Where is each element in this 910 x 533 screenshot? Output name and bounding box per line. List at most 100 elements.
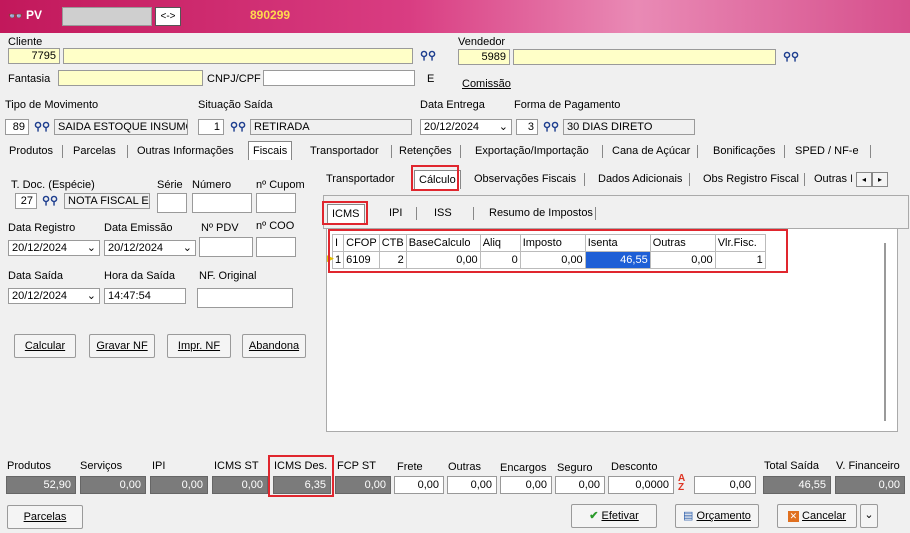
document-icon: ▤ bbox=[683, 510, 694, 522]
tdoc-desc: NOTA FISCAL E bbox=[64, 193, 150, 209]
frete-total-label: Frete bbox=[397, 461, 423, 473]
toggle-button[interactable]: <-> bbox=[155, 7, 181, 26]
numero-label: Número bbox=[192, 179, 232, 191]
outras-total-label: Outras bbox=[448, 461, 482, 473]
vendedor-code-input[interactable]: 5989 bbox=[458, 49, 510, 65]
tab-observacoes-fiscais[interactable]: Observações Fiscais bbox=[470, 170, 580, 188]
data-entrega-input[interactable]: 20/12/2024 ⌄ bbox=[420, 119, 512, 135]
tab-outras-informacoes[interactable]: Outras Informações bbox=[133, 142, 238, 160]
nf-original-input[interactable] bbox=[197, 288, 293, 308]
cliente-name-input[interactable] bbox=[63, 48, 413, 64]
chevron-down-icon[interactable]: ⌄ bbox=[499, 120, 508, 134]
cancelar-button[interactable]: ✕ Cancelar bbox=[777, 504, 857, 528]
document-number: 890299 bbox=[250, 8, 291, 22]
tab-scroll-right-icon[interactable]: ▸ bbox=[872, 172, 888, 187]
title-search-field[interactable] bbox=[62, 7, 152, 26]
vendedor-search-icon[interactable]: ⚲⚲ bbox=[783, 50, 799, 63]
tab-fiscais[interactable]: Fiscais bbox=[248, 141, 293, 160]
tab-retencoes[interactable]: Retenções bbox=[395, 142, 456, 160]
orcamento-button[interactable]: ▤ Orçamento bbox=[675, 504, 759, 528]
cliente-search-icon[interactable]: ⚲⚲ bbox=[420, 49, 436, 62]
icms-highlight bbox=[322, 201, 368, 225]
abandona-button[interactable]: Abandona bbox=[242, 334, 306, 358]
servicos-total: 0,00 bbox=[80, 476, 146, 494]
seguro-input[interactable]: 0,00 bbox=[555, 476, 605, 494]
data-saida-label: Data Saída bbox=[8, 270, 64, 282]
tdoc-code-input[interactable]: 27 bbox=[15, 193, 37, 209]
chevron-down-icon[interactable]: ⌄ bbox=[87, 241, 96, 255]
hora-saida-input[interactable]: 14:47:54 bbox=[104, 288, 186, 304]
v-financeiro-label: V. Financeiro bbox=[836, 460, 900, 472]
tab-produtos[interactable]: Produtos bbox=[5, 142, 57, 160]
serie-input[interactable] bbox=[157, 193, 187, 213]
coo-label: nº COO bbox=[256, 220, 295, 232]
data-emissao-label: Data Emissão bbox=[104, 222, 173, 234]
tab-transportador[interactable]: Transportador bbox=[306, 142, 383, 160]
hora-saida-label: Hora da Saída bbox=[104, 270, 175, 282]
cancel-icon: ✕ bbox=[787, 510, 799, 522]
desconto-input[interactable]: 0,0000 bbox=[608, 476, 674, 494]
cupom-input[interactable] bbox=[256, 193, 296, 213]
situacao-code-input[interactable]: 1 bbox=[198, 119, 224, 135]
vendedor-name-input[interactable] bbox=[513, 49, 776, 65]
icms-des-highlight bbox=[268, 455, 334, 497]
chevron-down-icon[interactable]: ⌄ bbox=[183, 241, 192, 255]
check-icon: ✔ bbox=[589, 510, 599, 522]
outras-input[interactable]: 0,00 bbox=[447, 476, 497, 494]
tdoc-search-icon[interactable]: ⚲⚲ bbox=[42, 194, 58, 207]
tab-scroll-left-icon[interactable]: ◂ bbox=[856, 172, 872, 187]
produtos-total: 52,90 bbox=[6, 476, 76, 494]
pagamento-desc: 30 DIAS DIRETO bbox=[563, 119, 695, 135]
tab-bonificacoes[interactable]: Bonificações bbox=[709, 142, 779, 160]
frete-input[interactable]: 0,00 bbox=[394, 476, 444, 494]
tab-ipi[interactable]: IPI bbox=[385, 204, 406, 222]
situacao-search-icon[interactable]: ⚲⚲ bbox=[230, 120, 246, 133]
tab-dados-adicionais[interactable]: Dados Adicionais bbox=[594, 170, 686, 188]
binoculars-icon[interactable]: 👓 bbox=[8, 9, 23, 23]
cnpj-label: CNPJ/CPF bbox=[207, 73, 261, 85]
coo-input[interactable] bbox=[256, 237, 296, 257]
tdoc-label: T. Doc. (Espécie) bbox=[11, 179, 95, 191]
encargos-total-label: Encargos bbox=[500, 462, 547, 474]
tab-resumo-impostos[interactable]: Resumo de Impostos bbox=[485, 204, 597, 222]
desconto-valor-input[interactable]: 0,00 bbox=[694, 476, 756, 494]
pagamento-code-input[interactable]: 3 bbox=[516, 119, 538, 135]
data-emissao-input[interactable]: 20/12/2024 ⌄ bbox=[104, 240, 196, 256]
efetivar-button[interactable]: ✔ Efetivar bbox=[571, 504, 657, 528]
ipi-total: 0,00 bbox=[150, 476, 208, 494]
calcular-button[interactable]: Calcular bbox=[14, 334, 76, 358]
data-saida-input[interactable]: 20/12/2024 ⌄ bbox=[8, 288, 100, 304]
data-registro-input[interactable]: 20/12/2024 ⌄ bbox=[8, 240, 100, 256]
chevron-down-icon[interactable]: ⌄ bbox=[87, 289, 96, 303]
tab-obs-registro-fiscal[interactable]: Obs Registro Fiscal bbox=[699, 170, 803, 188]
encargos-input[interactable]: 0,00 bbox=[500, 476, 552, 494]
cupom-label: nº Cupom bbox=[256, 179, 305, 191]
movimento-code-input[interactable]: 89 bbox=[5, 119, 29, 135]
cnpj-input[interactable] bbox=[263, 70, 415, 86]
data-registro-label: Data Registro bbox=[8, 222, 76, 234]
data-entrega-label: Data Entrega bbox=[420, 99, 485, 111]
impr-nf-button[interactable]: Impr. NF bbox=[167, 334, 231, 358]
sort-az-icon[interactable]: AZ bbox=[678, 474, 685, 493]
pagamento-search-icon[interactable]: ⚲⚲ bbox=[543, 120, 559, 133]
more-options-button[interactable]: ⌄ bbox=[860, 504, 878, 528]
comissao-label[interactable]: Comissão bbox=[462, 78, 511, 90]
numero-input[interactable] bbox=[192, 193, 252, 213]
tab-parcelas[interactable]: Parcelas bbox=[69, 142, 120, 160]
pdv-input[interactable] bbox=[199, 237, 253, 257]
movimento-search-icon[interactable]: ⚲⚲ bbox=[34, 120, 50, 133]
tab-cana[interactable]: Cana de Açúcar bbox=[608, 142, 694, 160]
fantasia-label: Fantasia bbox=[8, 73, 51, 85]
fcp-st-total-label: FCP ST bbox=[337, 460, 376, 472]
parcelas-button[interactable]: Parcelas bbox=[7, 505, 83, 529]
fantasia-input[interactable] bbox=[58, 70, 203, 86]
tab-exportacao[interactable]: Exportação/Importação bbox=[471, 142, 593, 160]
cliente-code-input[interactable]: 7795 bbox=[8, 48, 60, 64]
tab-sped[interactable]: SPED / NF-e bbox=[791, 142, 863, 160]
tab-sub-transportador[interactable]: Transportador bbox=[322, 170, 399, 188]
grid-scrollbar[interactable] bbox=[884, 243, 886, 421]
calc-tabs: ICMS IPI ISS Resumo de Impostos bbox=[325, 204, 905, 224]
gravar-nf-button[interactable]: Gravar NF bbox=[89, 334, 155, 358]
tab-outras-info[interactable]: Outras Info bbox=[814, 170, 852, 188]
tab-iss[interactable]: ISS bbox=[430, 204, 456, 222]
